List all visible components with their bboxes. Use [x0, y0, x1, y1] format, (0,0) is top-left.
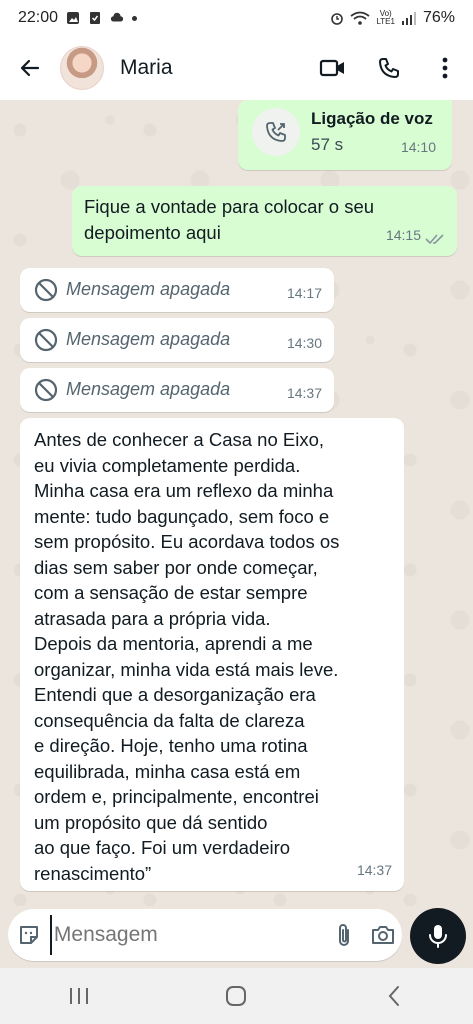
recents-icon: [69, 988, 88, 1004]
message-time: 14:37: [356, 861, 392, 878]
home-icon: [226, 986, 247, 1006]
battery-percent: 76%: [422, 9, 455, 26]
blocked-icon: [34, 328, 58, 351]
avatar[interactable]: [60, 46, 104, 90]
microphone-icon: [429, 925, 447, 948]
volte-indicator: Vo) LTE1: [376, 10, 395, 26]
message-time: 14:37: [286, 384, 322, 401]
status-right: Vo) LTE1 76%: [330, 9, 455, 27]
phone-icon: [379, 58, 399, 78]
chevron-left-icon: [388, 986, 400, 1006]
task-check-icon: [90, 12, 101, 24]
deleted-message[interactable]: Mensagem apagada 14:37: [20, 368, 334, 412]
camera-icon: [371, 926, 394, 944]
incoming-message[interactable]: Antes de conhecer a Casa no Eixo, eu viv…: [20, 418, 404, 891]
header-actions: [305, 36, 473, 100]
message-composer: [0, 906, 473, 968]
back-button[interactable]: [0, 36, 60, 100]
deleted-content: Mensagem apagada: [34, 277, 320, 303]
recents-button[interactable]: [39, 968, 119, 1024]
double-check-icon: [425, 234, 444, 245]
voice-message-button[interactable]: [410, 908, 466, 964]
deleted-content: Mensagem apagada: [34, 377, 320, 403]
call-title: Ligação de voz: [311, 109, 433, 128]
signal-icon: [401, 12, 416, 25]
arrow-left-icon: [20, 59, 40, 77]
gallery-icon: [67, 12, 80, 24]
more-options-button[interactable]: [417, 36, 473, 100]
video-call-button[interactable]: [305, 36, 361, 100]
voice-call-button[interactable]: [361, 36, 417, 100]
deleted-text: Mensagem apagada: [66, 279, 231, 299]
voice-call-message[interactable]: Ligação de voz 57 s 14:10: [238, 100, 452, 170]
deleted-message[interactable]: Mensagem apagada 14:17: [20, 268, 334, 312]
message-text: Antes de conhecer a Casa no Eixo, eu viv…: [34, 429, 340, 884]
input-pill: [8, 909, 402, 961]
outgoing-message[interactable]: Fique a vontade para colocar o seu depoi…: [72, 186, 457, 256]
sticker-button[interactable]: [8, 909, 50, 961]
outgoing-call-icon: [266, 122, 286, 142]
notification-dot-icon: [132, 15, 138, 21]
home-button[interactable]: [196, 968, 276, 1024]
blocked-icon: [34, 378, 58, 401]
message-time: 14:30: [286, 334, 322, 351]
volte-line2: LTE1: [376, 17, 395, 26]
status-left: 22:00: [18, 9, 138, 27]
camera-button[interactable]: [363, 909, 402, 961]
status-bar: 22:00 Vo) LTE1 76%: [0, 0, 473, 36]
message-time: 14:15: [385, 226, 421, 243]
sticker-icon: [19, 926, 38, 944]
attach-button[interactable]: [325, 909, 364, 961]
status-time: 22:00: [18, 9, 59, 26]
chat-header: Maria: [0, 36, 473, 100]
contact-name[interactable]: Maria: [120, 56, 173, 80]
call-duration: 57 s: [311, 135, 344, 154]
chat-area[interactable]: Ligação de voz 57 s 14:10 Fique a vontad…: [0, 100, 473, 906]
message-time: 14:10: [400, 138, 436, 155]
deleted-message[interactable]: Mensagem apagada 14:30: [20, 318, 334, 362]
deleted-text: Mensagem apagada: [66, 329, 231, 349]
paperclip-icon: [339, 924, 350, 946]
alarm-icon: [331, 13, 344, 25]
message-input[interactable]: [49, 915, 325, 955]
back-nav-button[interactable]: [354, 968, 434, 1024]
cloud-icon: [110, 12, 124, 22]
kebab-menu-icon: [442, 57, 448, 79]
video-camera-icon: [319, 59, 344, 77]
call-icon-circle: [252, 108, 300, 156]
deleted-content: Mensagem apagada: [34, 327, 320, 353]
system-navigation-bar: [0, 968, 473, 1024]
wifi-icon: [350, 11, 370, 25]
message-time: 14:17: [286, 284, 322, 301]
deleted-text: Mensagem apagada: [66, 379, 231, 399]
blocked-icon: [34, 278, 58, 301]
